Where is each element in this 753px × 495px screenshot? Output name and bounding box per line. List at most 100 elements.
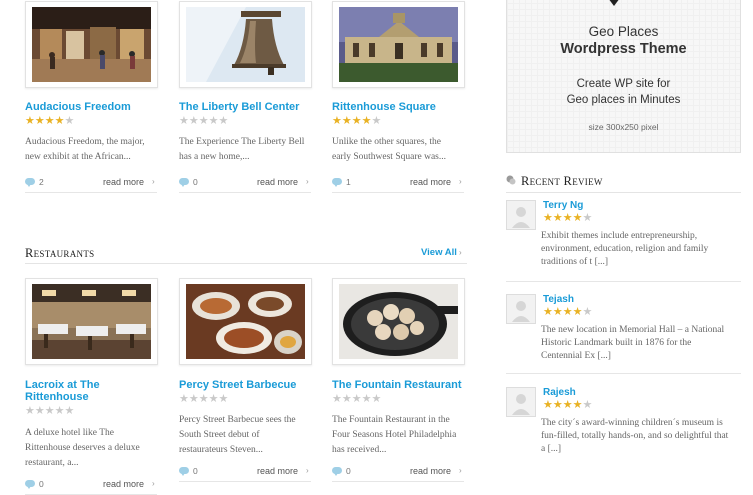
- listing-thumbnail-frame[interactable]: [179, 278, 312, 365]
- star-icon: ★: [25, 405, 35, 417]
- reviewer-name[interactable]: Terry Ng: [543, 200, 583, 212]
- chevron-right-icon: ›: [306, 177, 309, 186]
- restaurants-heading: Restaurants: [25, 246, 95, 260]
- star-icon: ★: [371, 115, 382, 127]
- excerpt-line: a [...]: [541, 444, 562, 454]
- star-icon: ★: [25, 115, 35, 127]
- description-line: Audacious Freedom, the major,: [25, 137, 145, 147]
- avatar[interactable]: [506, 294, 536, 324]
- listing-thumbnail-barbecue[interactable]: [186, 284, 305, 359]
- comment-count[interactable]: 1: [346, 176, 351, 188]
- title-line[interactable]: Percy Street Barbecue: [179, 379, 319, 391]
- star-icon: ★: [218, 115, 229, 127]
- title-line[interactable]: The Fountain Restaurant: [332, 379, 472, 391]
- section-divider: [506, 192, 741, 193]
- star-icon: ★: [54, 115, 65, 127]
- chevron-right-icon: ›: [459, 248, 462, 257]
- excerpt-line: environment, education, religion and fam…: [541, 244, 709, 254]
- comment-count[interactable]: 0: [39, 478, 44, 490]
- avatar-placeholder-icon: [507, 201, 535, 229]
- listing-title[interactable]: Lacroix at The Rittenhouse: [25, 379, 165, 403]
- avatar[interactable]: [506, 200, 536, 230]
- listing-thumbnail-skillet-dish[interactable]: [339, 284, 458, 359]
- listing-title[interactable]: Percy Street Barbecue: [179, 379, 319, 391]
- comment-count[interactable]: 0: [193, 465, 198, 477]
- star-icon: ★: [198, 393, 209, 405]
- listing-title[interactable]: The Fountain Restaurant: [332, 379, 472, 391]
- title-line[interactable]: Rittenhouse: [25, 391, 165, 403]
- star-icon: ★: [351, 393, 362, 405]
- listing-title[interactable]: Audacious Freedom: [25, 101, 165, 113]
- description-line: Rittenhouse deserves a deluxe: [25, 443, 140, 453]
- chevron-right-icon: ›: [152, 479, 155, 488]
- read-more-link[interactable]: read more: [103, 478, 144, 490]
- star-icon: ★: [361, 115, 372, 127]
- description-line: The Experience The Liberty Bell: [179, 137, 305, 147]
- excerpt-line: The new location in Memorial Hall – a Na…: [541, 325, 725, 335]
- star-icon: ★: [543, 212, 553, 224]
- chevron-right-icon: ›: [459, 177, 462, 186]
- excerpt-line: traditions of t [...]: [541, 257, 609, 267]
- listing-thumbnail-frame[interactable]: [179, 1, 312, 88]
- view-all-link[interactable]: View All: [421, 247, 457, 259]
- star-rating: ★★★★★: [543, 307, 592, 318]
- star-icon: ★: [208, 115, 219, 127]
- description-line: A deluxe hotel like The: [25, 428, 114, 438]
- listing-thumbnail-dining-room[interactable]: [32, 284, 151, 359]
- section-divider: [25, 263, 467, 264]
- description-line: has a new home,...: [179, 152, 250, 162]
- read-more-link[interactable]: read more: [410, 465, 451, 477]
- star-icon: ★: [198, 115, 209, 127]
- listing-thumbnail-frame[interactable]: [332, 278, 465, 365]
- reviewer-name[interactable]: Rajesh: [543, 387, 576, 399]
- comment-count[interactable]: 0: [193, 176, 198, 188]
- read-more-link[interactable]: read more: [103, 176, 144, 188]
- listing-thumbnail-frame[interactable]: [25, 278, 158, 365]
- excerpt-line: Historic Landmark built in 1876 for the: [541, 338, 692, 348]
- star-icon: ★: [34, 405, 45, 417]
- review-divider: [506, 373, 741, 374]
- ad-size-label: size 300x250 pixel: [588, 122, 659, 132]
- listing-thumbnail-liberty-bell[interactable]: [186, 7, 305, 82]
- chevron-right-icon: ›: [459, 466, 462, 475]
- listing-thumbnail-frame[interactable]: [25, 1, 158, 88]
- avatar-placeholder-icon: [507, 295, 535, 323]
- description-line: Four Seasons Hotel Philadelphia: [332, 430, 457, 440]
- review-excerpt: The new location in Memorial Hall – a Na…: [541, 324, 741, 363]
- description-line: Percy Street Barbecue sees the: [179, 415, 296, 425]
- excerpt-line: Exhibit themes include entrepreneurship,: [541, 231, 698, 241]
- star-icon: ★: [582, 212, 593, 224]
- ad-tagline-line-2: Geo places in Minutes: [566, 94, 681, 106]
- title-line[interactable]: Lacroix at The: [25, 379, 165, 391]
- star-rating: ★★★★★: [332, 115, 382, 127]
- listing-footer: 2 read more ›: [25, 176, 157, 193]
- star-icon: ★: [179, 115, 189, 127]
- review-bubbles-icon: [506, 175, 516, 185]
- excerpt-line: fun-filled, totally hands-on, and so del…: [541, 431, 729, 441]
- listing-description: A deluxe hotel like The Rittenhouse dese…: [25, 426, 163, 471]
- star-rating: ★★★★★: [179, 393, 228, 405]
- read-more-link[interactable]: read more: [410, 176, 451, 188]
- read-more-link[interactable]: read more: [257, 465, 298, 477]
- description-line: Unlike the other squares, the: [332, 137, 441, 147]
- chevron-right-icon: ›: [152, 177, 155, 186]
- avatar[interactable]: [506, 387, 536, 417]
- listing-thumbnail-frame[interactable]: [332, 1, 465, 88]
- star-icon: ★: [188, 393, 199, 405]
- star-icon: ★: [552, 212, 563, 224]
- excerpt-line: Centennial Ex [...]: [541, 351, 611, 361]
- listing-thumbnail-building[interactable]: [339, 7, 458, 82]
- comment-count[interactable]: 0: [346, 465, 351, 477]
- star-icon: ★: [54, 405, 65, 417]
- star-icon: ★: [332, 393, 342, 405]
- star-rating: ★★★★★: [543, 212, 593, 224]
- ad-title-line-1: Geo Places: [588, 24, 659, 39]
- comment-bubble-icon: [179, 467, 189, 476]
- listing-thumbnail-exhibit[interactable]: [32, 7, 151, 82]
- read-more-link[interactable]: read more: [257, 176, 298, 188]
- reviewer-name[interactable]: Tejash: [543, 294, 574, 306]
- listing-title[interactable]: Rittenhouse Square: [332, 101, 472, 113]
- description-line: The Fountain Restaurant in the: [332, 415, 450, 425]
- comment-count[interactable]: 2: [39, 176, 44, 188]
- listing-title[interactable]: The Liberty Bell Center: [179, 101, 319, 113]
